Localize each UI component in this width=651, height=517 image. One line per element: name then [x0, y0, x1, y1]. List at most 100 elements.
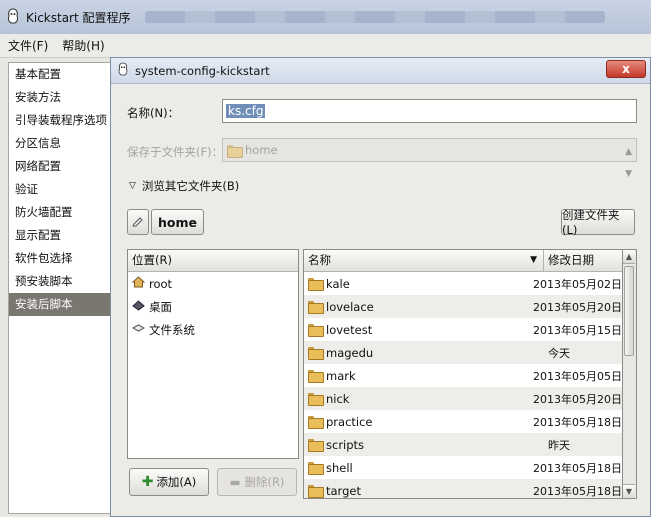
- sidebar-item-auth[interactable]: 验证: [9, 178, 111, 201]
- save-folder-combo: home ▲ ▼: [222, 138, 637, 179]
- sidebar-item-firewall[interactable]: 防火墙配置: [9, 201, 111, 224]
- folder-icon: [308, 462, 324, 475]
- file-date: 2013年05月15日: [533, 323, 622, 337]
- scroll-up-icon[interactable]: ▲: [623, 250, 635, 264]
- save-folder-label: 保存于文件夹(F)：: [127, 145, 224, 159]
- file-date: 2013年05月18日: [533, 484, 622, 498]
- file-row[interactable]: practice 2013年05月18日: [304, 410, 622, 433]
- folder-icon: [308, 485, 324, 498]
- column-header-date-label: 修改日期: [548, 253, 594, 267]
- remove-place-label: 删除(R): [244, 475, 285, 489]
- folder-icon: [227, 144, 243, 158]
- desktop-icon: [132, 299, 145, 314]
- filename-input[interactable]: ks.cfg: [222, 99, 637, 123]
- folder-icon: [308, 393, 324, 406]
- file-list-header: 名称 ▼ 修改日期: [304, 250, 622, 272]
- scrollbar-thumb[interactable]: [624, 266, 634, 356]
- file-date: 2013年05月05日: [533, 369, 622, 383]
- sort-down-icon: ▼: [530, 255, 537, 265]
- dialog-logo-icon: [117, 62, 129, 79]
- places-pane: 位置(R) root 桌面 文件系统: [127, 249, 299, 459]
- column-header-name[interactable]: 名称 ▼: [304, 250, 544, 271]
- file-date: 昨天: [548, 438, 570, 452]
- add-place-button[interactable]: ✚ 添加(A): [129, 468, 209, 496]
- remove-place-button[interactable]: ▬ 删除(R): [217, 468, 297, 496]
- app-title: Kickstart 配置程序: [26, 10, 131, 25]
- browse-folders-expander[interactable]: ▽ 浏览其它文件夹(B): [129, 178, 239, 194]
- folder-icon: [308, 370, 324, 383]
- folder-icon: [308, 439, 324, 452]
- sidebar: 基本配置 安装方法 引导装载程序选项 分区信息 网络配置 验证 防火墙配置 显示…: [8, 62, 112, 514]
- file-name: shell: [326, 460, 353, 475]
- create-folder-button[interactable]: 创建文件夹(L): [561, 208, 635, 237]
- app-titlebar: Kickstart 配置程序: [0, 0, 651, 34]
- plus-icon: ✚: [141, 474, 154, 490]
- sidebar-item-pre-script[interactable]: 预安装脚本: [9, 270, 111, 293]
- path-bar: home: [127, 209, 204, 235]
- file-row[interactable]: nick 2013年05月20日: [304, 387, 622, 410]
- file-row[interactable]: lovelace 2013年05月20日: [304, 295, 622, 318]
- folder-icon: [308, 324, 324, 337]
- place-root-label: root: [149, 276, 173, 291]
- sidebar-item-network[interactable]: 网络配置: [9, 155, 111, 178]
- dialog-title: system-config-kickstart: [135, 63, 270, 78]
- file-row[interactable]: scripts 昨天: [304, 433, 622, 456]
- folder-icon: [308, 278, 324, 291]
- file-row[interactable]: lovetest 2013年05月15日: [304, 318, 622, 341]
- place-desktop-label: 桌面: [149, 299, 172, 314]
- sidebar-item-packages[interactable]: 软件包选择: [9, 247, 111, 270]
- file-name: lovelace: [326, 299, 374, 314]
- path-button-home[interactable]: home: [151, 209, 204, 235]
- scroll-down-icon[interactable]: ▼: [623, 484, 635, 498]
- name-label: 名称(N)：: [127, 106, 180, 120]
- file-name: target: [326, 483, 361, 498]
- column-header-date[interactable]: 修改日期: [544, 250, 622, 271]
- place-filesystem[interactable]: 文件系统: [128, 318, 298, 341]
- file-name: magedu: [326, 345, 374, 360]
- file-name: practice: [326, 414, 373, 429]
- place-filesystem-label: 文件系统: [149, 322, 195, 337]
- file-name: nick: [326, 391, 350, 406]
- file-row[interactable]: kale 2013年05月02日: [304, 272, 622, 295]
- file-row[interactable]: shell 2013年05月18日: [304, 456, 622, 479]
- file-row[interactable]: target 2013年05月18日: [304, 479, 622, 498]
- menu-help[interactable]: 帮助(H): [62, 37, 104, 54]
- save-dialog: system-config-kickstart x 名称(N)： ks.cfg …: [110, 57, 651, 517]
- sidebar-item-install-method[interactable]: 安装方法: [9, 86, 111, 109]
- updown-arrow-icon: ▲ ▼: [625, 147, 632, 179]
- filename-value: ks.cfg: [226, 104, 266, 118]
- place-root[interactable]: root: [128, 272, 298, 295]
- sidebar-item-post-script[interactable]: 安装后脚本: [9, 293, 111, 316]
- titlebar-background: [144, 11, 605, 23]
- sidebar-item-bootloader[interactable]: 引导装载程序选项: [9, 109, 111, 132]
- drive-icon: [131, 322, 146, 337]
- folder-icon: [308, 347, 324, 360]
- folder-icon: [308, 301, 324, 314]
- file-name: lovetest: [326, 322, 373, 337]
- file-date: 2013年05月18日: [533, 461, 622, 475]
- path-edit-toggle[interactable]: [127, 209, 149, 235]
- home-icon: [131, 276, 146, 291]
- sidebar-item-display[interactable]: 显示配置: [9, 224, 111, 247]
- file-row[interactable]: mark 2013年05月05日: [304, 364, 622, 387]
- pencil-icon: [132, 215, 144, 230]
- dialog-titlebar: system-config-kickstart: [111, 58, 650, 84]
- add-place-label: 添加(A): [156, 475, 197, 489]
- file-date: 今天: [548, 346, 570, 360]
- app-logo-icon: [6, 7, 20, 27]
- file-list: 名称 ▼ 修改日期 kale 2013年05月02日 lovelace 2013年0…: [303, 249, 623, 499]
- browse-folders-label: 浏览其它文件夹(B): [141, 179, 240, 193]
- column-header-name-label: 名称: [308, 253, 331, 267]
- menubar: 文件(F) 帮助(H): [0, 34, 651, 58]
- minus-icon: ▬: [229, 475, 241, 489]
- close-button[interactable]: x: [606, 60, 646, 78]
- sidebar-item-partition[interactable]: 分区信息: [9, 132, 111, 155]
- file-row[interactable]: magedu 今天: [304, 341, 622, 364]
- file-date: 2013年05月20日: [533, 392, 622, 406]
- sidebar-item-basic[interactable]: 基本配置: [9, 63, 111, 86]
- place-desktop[interactable]: 桌面: [128, 295, 298, 318]
- file-list-scrollbar[interactable]: ▲ ▼: [623, 249, 637, 499]
- menu-file[interactable]: 文件(F): [8, 37, 48, 54]
- file-name: kale: [326, 276, 350, 291]
- places-header[interactable]: 位置(R): [128, 250, 298, 272]
